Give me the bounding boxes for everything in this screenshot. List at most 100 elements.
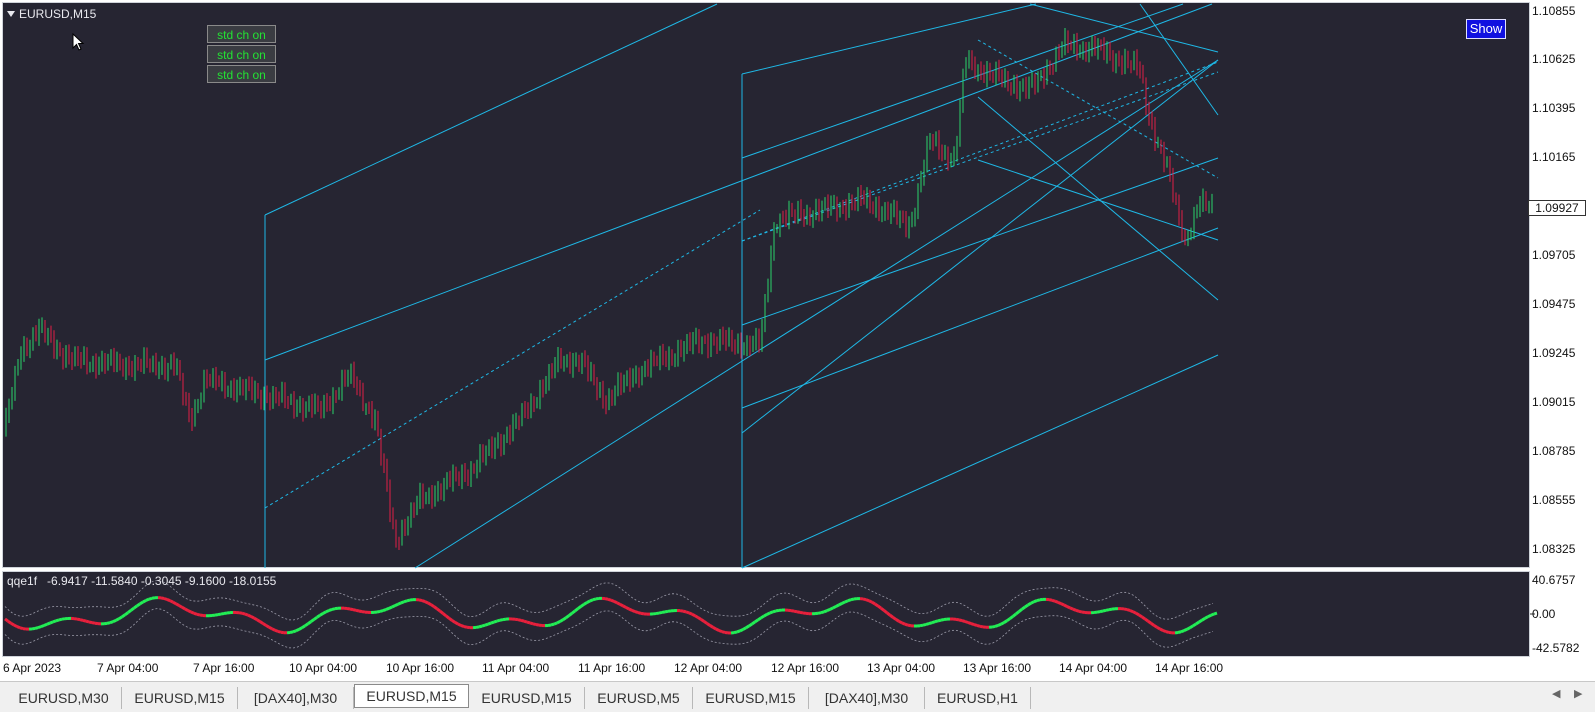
chevron-right-icon[interactable]: ▶ — [1574, 687, 1582, 700]
show-button[interactable]: Show — [1466, 19, 1506, 39]
qqe-segment — [842, 602, 845, 603]
triangle-down-icon[interactable] — [7, 11, 15, 17]
qqe-segment — [170, 601, 173, 602]
channel-line — [1140, 4, 1218, 115]
qqe-segment — [332, 609, 335, 610]
tab-eurusd-m30[interactable]: EURUSD,M30 — [6, 687, 122, 709]
qqe-segment — [863, 599, 866, 600]
qqe-segment — [920, 625, 923, 626]
qqe-segment — [563, 618, 566, 620]
symbol-title[interactable]: EURUSD,M15 — [7, 7, 96, 21]
qqe-segment — [851, 599, 854, 600]
qqe-segment — [1166, 632, 1169, 633]
tab-eurusd-m5[interactable]: EURUSD,M5 — [585, 687, 693, 709]
qqe-segment — [689, 613, 692, 614]
chevron-left-icon[interactable]: ◀ — [1552, 687, 1560, 700]
std-channel-button-1[interactable]: std ch on — [207, 25, 276, 43]
std-channel-button-3[interactable]: std ch on — [207, 65, 276, 83]
time-label: 14 Apr 04:00 — [1059, 661, 1127, 675]
qqe-segment — [797, 612, 800, 613]
qqe-segment — [11, 623, 14, 625]
qqe-segment — [635, 612, 638, 613]
qqe-segment — [161, 598, 164, 599]
qqe-segment — [656, 613, 659, 614]
qqe-segment — [395, 604, 398, 605]
qqe-segment — [347, 609, 350, 610]
qqe-segment — [794, 611, 797, 612]
qqe-segment — [587, 601, 590, 603]
qqe-segment — [1070, 608, 1073, 609]
qqe-segment — [548, 625, 551, 626]
qqe-segment — [956, 619, 959, 620]
qqe-segment — [833, 606, 836, 608]
qqe-segment — [722, 632, 725, 633]
qqe-segment — [998, 624, 1001, 625]
channel-line — [265, 4, 717, 215]
tab-eurusd-m15-active[interactable]: EURUSD,M15 — [354, 684, 469, 708]
indicator-scale-label: 0.00 — [1532, 607, 1555, 621]
qqe-segment — [92, 623, 95, 624]
qqe-segment — [965, 622, 968, 623]
indicator-name: qqe1f — [7, 574, 37, 588]
qqe-segment — [272, 629, 275, 630]
qqe-segment — [1157, 627, 1160, 629]
qqe-segment — [1181, 631, 1184, 632]
time-label: 7 Apr 04:00 — [97, 661, 158, 675]
tab-eurusd-m15[interactable]: EURUSD,M15 — [693, 687, 809, 709]
qqe-segment — [719, 630, 722, 631]
qqe-segment — [1058, 602, 1061, 603]
qqe-segment — [449, 618, 452, 620]
qqe-segment — [488, 623, 491, 624]
qqe-segment — [476, 627, 479, 628]
qqe-segment — [197, 614, 200, 615]
tab-eurusd-m15[interactable]: EURUSD,M15 — [122, 687, 238, 709]
qqe-segment — [251, 616, 254, 618]
price-label: 1.09245 — [1532, 346, 1575, 360]
indicator-title: qqe1f -6.9417 -11.5840 -0.3045 -9.1600 -… — [7, 574, 276, 588]
qqe-segment — [692, 614, 695, 616]
qqe-segment — [419, 600, 422, 601]
time-label: 7 Apr 16:00 — [193, 661, 254, 675]
qqe-segment — [530, 623, 533, 624]
qqe-segment — [1073, 609, 1076, 610]
qqe-segment — [194, 613, 197, 614]
qqe-segment — [329, 609, 332, 610]
qqe-segment — [1034, 601, 1037, 602]
qqe-segment — [761, 616, 764, 618]
qqe-segment — [38, 627, 41, 628]
qqe-segment — [308, 622, 311, 624]
tab-dax40-m30[interactable]: [DAX40],M30 — [238, 687, 354, 709]
qqe-segment — [695, 616, 698, 618]
qqe-segment — [929, 623, 932, 624]
qqe-segment — [713, 627, 716, 629]
std-channel-button-2[interactable]: std ch on — [207, 45, 276, 63]
qqe-segment — [581, 604, 584, 606]
tab-dax40-m30[interactable]: [DAX40],M30 — [809, 687, 925, 709]
price-label: 1.10855 — [1532, 4, 1575, 18]
qqe-segment — [740, 629, 743, 630]
qqe-segment — [899, 621, 902, 623]
qqe-segment — [527, 622, 530, 623]
qqe-segment — [137, 604, 140, 606]
qqe-segment — [620, 604, 623, 606]
qqe-segment — [302, 626, 305, 628]
qqe-segment — [383, 610, 386, 611]
qqe-segment — [182, 607, 185, 609]
qqe-segment — [191, 612, 194, 613]
qqe-segment — [737, 631, 740, 632]
qqe-segment — [617, 603, 620, 605]
qqe-segment — [218, 614, 221, 615]
qqe-segment — [746, 626, 749, 628]
qqe-segment — [299, 628, 302, 630]
qqe-segment — [1160, 629, 1163, 630]
tab-eurusd-h1[interactable]: EURUSD,H1 — [925, 687, 1031, 709]
channel-lines[interactable] — [265, 4, 1218, 568]
tab-eurusd-m15[interactable]: EURUSD,M15 — [469, 687, 585, 709]
qqe-segment — [905, 624, 908, 625]
qqe-segment — [20, 628, 23, 629]
qqe-segment — [533, 624, 536, 625]
time-label: 10 Apr 16:00 — [386, 661, 454, 675]
time-label: 10 Apr 04:00 — [289, 661, 357, 675]
qqe-segment — [1148, 621, 1151, 623]
price-label: 1.10165 — [1532, 150, 1575, 164]
